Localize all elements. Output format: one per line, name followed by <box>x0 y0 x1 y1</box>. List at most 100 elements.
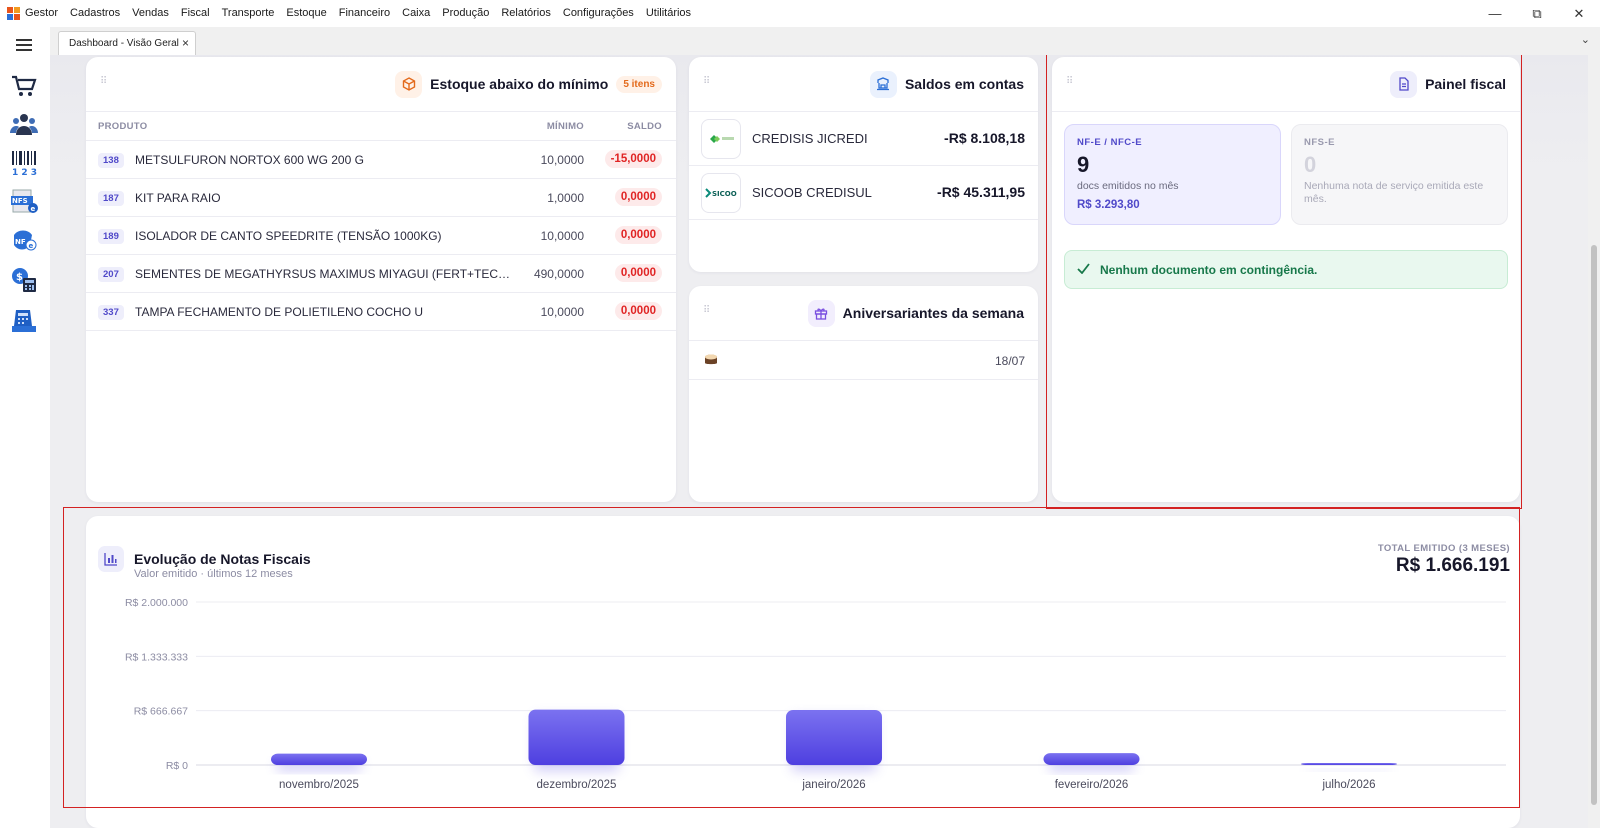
close-window-button[interactable]: ✕ <box>1558 0 1600 27</box>
table-row[interactable]: 207 SEMENTES DE MEGATHYRSUS MAXIMUS MIYA… <box>86 255 676 293</box>
list-item[interactable]: CREDISIS JICREDI -R$ 8.108,18 <box>689 112 1038 166</box>
table-row[interactable]: 187 KIT PARA RAIO 1,0000 0,0000 <box>86 179 676 217</box>
col-minimo[interactable]: MÍNIMO <box>547 121 584 132</box>
box-icon <box>395 70 423 98</box>
nfe-count: 9 <box>1077 152 1090 177</box>
svg-text:$: $ <box>16 272 23 283</box>
menu-utilitarios[interactable]: Utilitários <box>640 0 697 27</box>
shopping-cart-icon[interactable] <box>9 71 39 101</box>
y-tick-label: R$ 0 <box>166 760 188 772</box>
col-produto[interactable]: PRODUTO <box>98 121 147 132</box>
vertical-scrollbar[interactable] <box>1588 55 1600 828</box>
product-code: 207 <box>98 267 124 282</box>
birthdays-card: ⠿ Aniversariantes da semana 18/07 <box>689 286 1038 502</box>
menu-transporte[interactable]: Transporte <box>216 0 281 27</box>
menu-gestor[interactable]: Gestor <box>25 0 64 27</box>
stock-card-title: Estoque abaixo do mínimo <box>430 76 609 92</box>
product-min: 10,0000 <box>540 229 584 243</box>
contingency-message: Nenhum documento em contingência. <box>1100 262 1318 277</box>
cash-register-icon[interactable] <box>9 305 39 335</box>
account-name: SICOOB CREDISUL <box>752 185 872 200</box>
bar-shadow <box>1307 769 1391 771</box>
drag-handle-icon[interactable]: ⠿ <box>703 306 713 316</box>
list-item[interactable]: SICOOB SICOOB CREDISUL -R$ 45.311,95 <box>689 166 1038 220</box>
stock-table-header: PRODUTO MÍNIMO SALDO <box>86 112 676 141</box>
svg-text:1 2 3: 1 2 3 <box>12 168 37 177</box>
drag-handle-icon[interactable]: ⠿ <box>703 77 713 87</box>
nfe-label: NF-E / NFC-E <box>1077 137 1143 148</box>
check-icon <box>1077 262 1090 277</box>
product-min: 490,0000 <box>533 267 584 281</box>
menu-financeiro[interactable]: Financeiro <box>333 0 396 27</box>
menu-estoque[interactable]: Estoque <box>280 0 332 27</box>
scrollbar-thumb[interactable] <box>1591 245 1597 805</box>
stock-card-header: ⠿ Estoque abaixo do mínimo 5 itens <box>86 57 676 112</box>
restore-button[interactable]: ⧉ <box>1516 0 1558 27</box>
nfe-icon[interactable]: NF e <box>9 226 39 256</box>
bar-novembro-2025[interactable] <box>271 753 367 765</box>
menu-configuracoes[interactable]: Configurações <box>557 0 640 27</box>
svg-text:NF: NF <box>15 238 26 246</box>
document-icon <box>1390 70 1418 98</box>
y-tick-label: R$ 666.667 <box>134 706 188 718</box>
list-item[interactable]: 18/07 <box>689 341 1038 380</box>
product-saldo: 0,0000 <box>614 226 662 244</box>
menu-cadastros[interactable]: Cadastros <box>64 0 126 27</box>
col-saldo[interactable]: SALDO <box>627 121 662 132</box>
cash-calculator-icon[interactable]: $ <box>9 265 39 295</box>
bar-julho-2026[interactable] <box>1301 763 1397 765</box>
product-min: 10,0000 <box>540 305 584 319</box>
tab-overflow-chevron-icon[interactable]: ⌄ <box>1581 33 1590 46</box>
menu-fiscal[interactable]: Fiscal <box>175 0 216 27</box>
stock-below-minimum-card: ⠿ Estoque abaixo do mínimo 5 itens PRODU… <box>86 57 676 502</box>
product-code: 187 <box>98 191 124 206</box>
barcode-icon[interactable]: 1 2 3 <box>9 148 39 178</box>
product-code: 138 <box>98 153 124 168</box>
menu-relatorios[interactable]: Relatórios <box>495 0 557 27</box>
bar-dezembro-2025[interactable] <box>528 709 625 765</box>
menu-vendas[interactable]: Vendas <box>126 0 175 27</box>
nfse-tile[interactable]: NFS-E 0 Nenhuma nota de serviço emitida … <box>1291 124 1508 225</box>
bar-janeiro-2026[interactable] <box>786 709 882 765</box>
tab-dashboard[interactable]: Dashboard - Visão Geral × <box>58 31 196 55</box>
dashboard-main: ⠿ Estoque abaixo do mínimo 5 itens PRODU… <box>50 55 1600 828</box>
tab-close-icon[interactable]: × <box>182 36 189 50</box>
birthdays-card-title: Aniversariantes da semana <box>842 305 1024 321</box>
fiscal-card-title: Painel fiscal <box>1425 76 1506 92</box>
document-tab-bar: Dashboard - Visão Geral × ⌄ <box>50 27 1600 55</box>
product-desc: KIT PARA RAIO <box>135 191 221 205</box>
table-row[interactable]: 337 TAMPA FECHAMENTO DE POLIETILENO COCH… <box>86 293 676 331</box>
account-balances-card: ⠿ Saldos em contas CREDISIS JICREDI -R$ … <box>689 57 1038 272</box>
hamburger-menu-icon[interactable] <box>16 39 32 51</box>
table-row[interactable]: 189 ISOLADOR DE CANTO SPEEDRITE (TENSÃO … <box>86 217 676 255</box>
menu-caixa[interactable]: Caixa <box>396 0 436 27</box>
product-desc: ISOLADOR DE CANTO SPEEDRITE (TENSÃO 1000… <box>135 229 442 243</box>
nfse-icon[interactable]: NFS e <box>9 187 39 217</box>
svg-text:SICOOB: SICOOB <box>712 190 737 198</box>
svg-text:e: e <box>29 242 34 250</box>
birthdays-card-header: ⠿ Aniversariantes da semana <box>689 286 1038 341</box>
product-desc: METSULFURON NORTOX 600 WG 200 G <box>135 153 364 167</box>
product-saldo: 0,0000 <box>614 188 662 206</box>
nfe-value: R$ 3.293,80 <box>1077 199 1140 211</box>
x-tick-label: fevereiro/2026 <box>1055 779 1129 791</box>
product-saldo: 0,0000 <box>614 264 662 282</box>
nfse-subtitle: Nenhuma nota de serviço emitida este mês… <box>1304 180 1484 205</box>
menu-producao[interactable]: Produção <box>436 0 495 27</box>
nfe-tile[interactable]: NF-E / NFC-E 9 docs emitidos no mês R$ 3… <box>1064 124 1281 225</box>
table-row[interactable]: 138 METSULFURON NORTOX 600 WG 200 G 10,0… <box>86 141 676 179</box>
left-sidebar: 1 2 3 NFS e NF e $ <box>0 27 50 828</box>
drag-handle-icon[interactable]: ⠿ <box>1066 77 1076 87</box>
svg-text:NFS: NFS <box>12 197 28 205</box>
product-saldo: 0,0000 <box>614 302 662 320</box>
x-tick-label: janeiro/2026 <box>801 779 865 791</box>
drag-handle-icon[interactable]: ⠿ <box>100 77 110 87</box>
y-tick-label: R$ 2.000.000 <box>125 597 188 609</box>
svg-text:e: e <box>31 205 36 213</box>
bar-fevereiro-2026[interactable] <box>1043 753 1140 765</box>
product-min: 1,0000 <box>547 191 584 205</box>
minimize-button[interactable]: — <box>1474 0 1516 27</box>
contingency-status-banner: Nenhum documento em contingência. <box>1064 250 1508 289</box>
customers-icon[interactable] <box>9 109 39 139</box>
product-min: 10,0000 <box>540 153 584 167</box>
